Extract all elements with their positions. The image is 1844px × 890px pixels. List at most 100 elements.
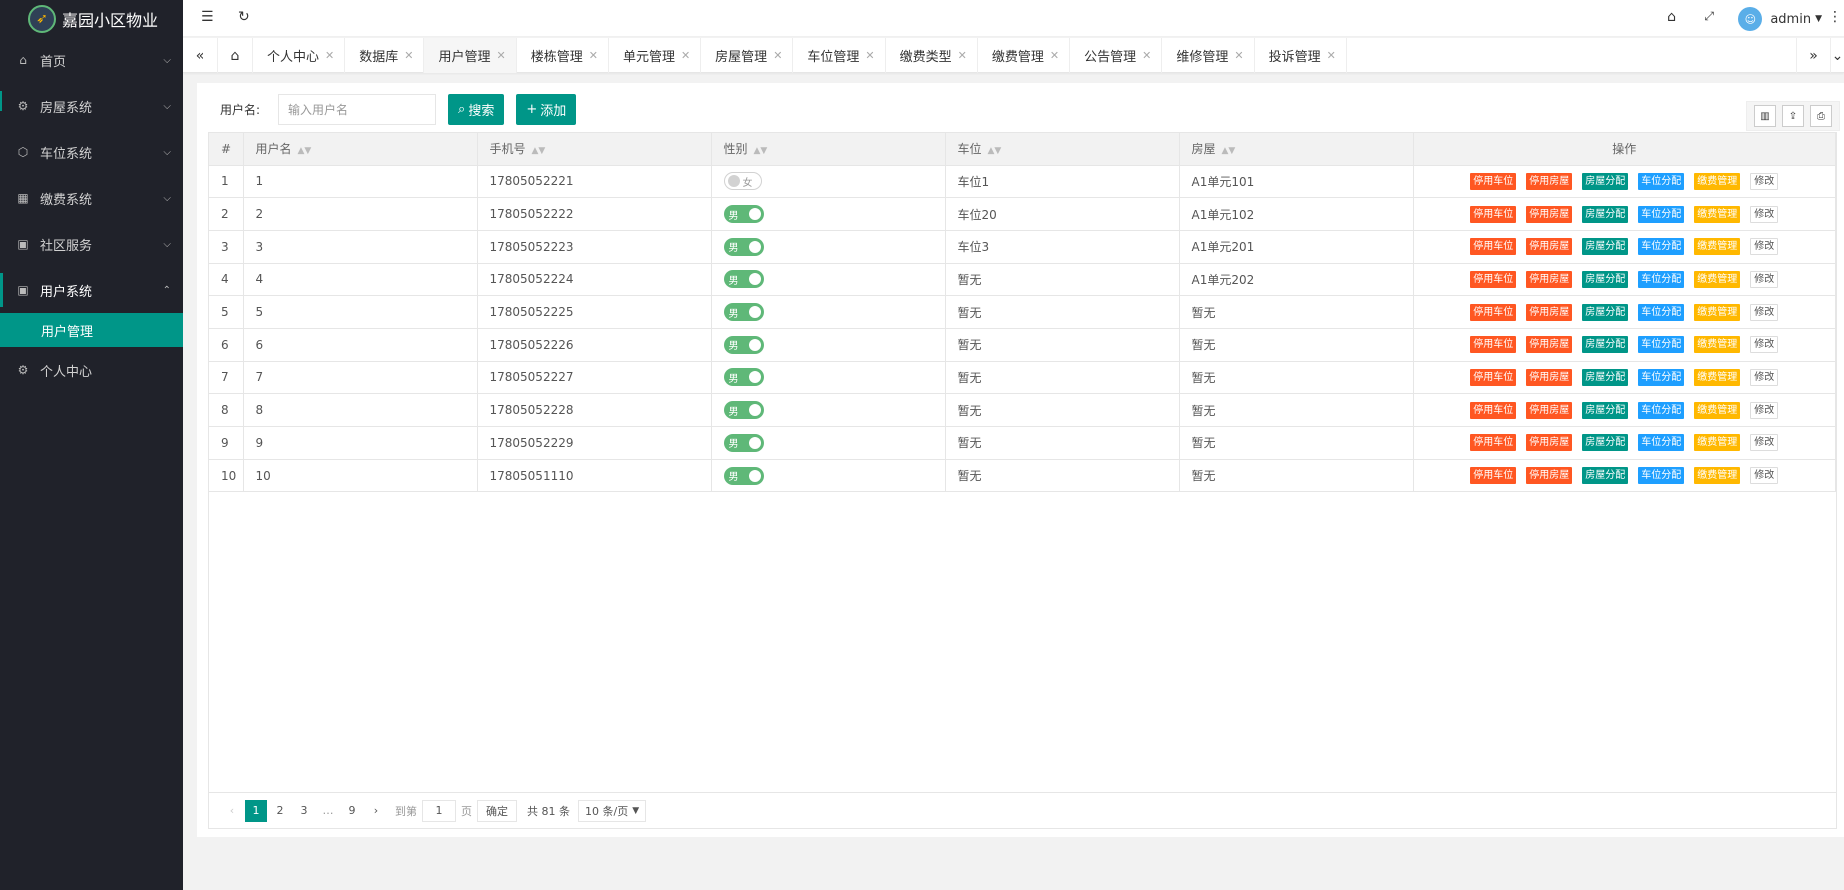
sidebar-item-house-system[interactable]: ⚙ 房屋系统 ⌵ — [0, 83, 183, 129]
tab-repair-management[interactable]: 维修管理 ✕ — [1162, 38, 1255, 73]
edit-button[interactable]: 修改 — [1750, 270, 1779, 288]
close-icon[interactable]: ✕ — [1234, 49, 1243, 62]
payment-management-button[interactable]: 缴费管理 — [1694, 434, 1741, 452]
assign-house-button[interactable]: 房屋分配 — [1582, 401, 1629, 419]
tabs-scroll-left-button[interactable]: « — [183, 38, 218, 73]
close-icon[interactable]: ✕ — [404, 49, 413, 62]
disable-parking-button[interactable]: 停用车位 — [1470, 368, 1517, 386]
tab-user-management[interactable]: 用户管理 ✕ — [424, 38, 517, 73]
tab-payment-type[interactable]: 缴费类型 ✕ — [886, 38, 978, 73]
disable-house-button[interactable]: 停用房屋 — [1526, 205, 1573, 223]
gender-switch[interactable]: 男 — [723, 368, 764, 387]
sidebar-item-personal-center[interactable]: ⚙ 个人中心 — [0, 347, 183, 393]
assign-parking-button[interactable]: 车位分配 — [1638, 303, 1685, 321]
more-icon[interactable]: ⋮ — [1828, 9, 1842, 25]
sort-icon[interactable]: ▲▼ — [298, 146, 312, 156]
assign-house-button[interactable]: 房屋分配 — [1582, 205, 1629, 223]
gender-switch[interactable]: 男 — [723, 433, 764, 452]
fullscreen-icon[interactable]: ⤢ — [1704, 9, 1714, 24]
payment-management-button[interactable]: 缴费管理 — [1694, 270, 1741, 288]
assign-parking-button[interactable]: 车位分配 — [1638, 368, 1685, 386]
sort-icon[interactable]: ▲▼ — [988, 146, 1002, 156]
assign-parking-button[interactable]: 车位分配 — [1638, 336, 1685, 354]
disable-parking-button[interactable]: 停用车位 — [1470, 238, 1517, 256]
close-icon[interactable]: ✕ — [865, 49, 874, 62]
edit-button[interactable]: 修改 — [1750, 238, 1779, 256]
assign-house-button[interactable]: 房屋分配 — [1582, 172, 1629, 190]
edit-button[interactable]: 修改 — [1750, 303, 1779, 321]
close-icon[interactable]: ✕ — [681, 49, 690, 62]
sort-icon[interactable]: ▲▼ — [1222, 146, 1236, 156]
goto-confirm-button[interactable]: 确定 — [477, 799, 517, 822]
search-button[interactable]: ⌕ 搜索 — [448, 93, 505, 125]
disable-house-button[interactable]: 停用房屋 — [1526, 368, 1573, 386]
disable-parking-button[interactable]: 停用车位 — [1470, 401, 1517, 419]
payment-management-button[interactable]: 缴费管理 — [1694, 238, 1741, 256]
gender-switch[interactable]: 男 — [723, 205, 764, 224]
column-header-house[interactable]: 房屋 ▲▼ — [1179, 133, 1414, 166]
assign-house-button[interactable]: 房屋分配 — [1582, 434, 1629, 452]
gender-switch[interactable]: 男 — [723, 303, 764, 322]
tab-building-management[interactable]: 楼栋管理 ✕ — [517, 38, 609, 73]
tab-home[interactable]: ⌂ — [218, 38, 253, 73]
edit-button[interactable]: 修改 — [1750, 205, 1779, 223]
goto-page-input[interactable]: 1 — [422, 799, 456, 822]
gender-switch[interactable]: 男 — [723, 401, 764, 420]
sidebar-item-payment-system[interactable]: ▦ 缴费系统 ⌵ — [0, 175, 183, 221]
print-icon[interactable]: ⎙ — [1810, 105, 1832, 127]
edit-button[interactable]: 修改 — [1750, 172, 1779, 190]
page-2-button[interactable]: 2 — [269, 800, 291, 822]
per-page-select[interactable]: 10 条/页 ▼ — [578, 799, 647, 822]
disable-house-button[interactable]: 停用房屋 — [1526, 336, 1573, 354]
assign-parking-button[interactable]: 车位分配 — [1638, 270, 1685, 288]
columns-filter-icon[interactable]: ▥ — [1754, 105, 1776, 127]
sidebar-subitem-user-management[interactable]: 用户管理 — [0, 313, 183, 347]
disable-house-button[interactable]: 停用房屋 — [1526, 270, 1573, 288]
disable-parking-button[interactable]: 停用车位 — [1470, 336, 1517, 354]
tab-parking-management[interactable]: 车位管理 ✕ — [793, 38, 886, 73]
close-icon[interactable]: ✕ — [958, 49, 967, 62]
assign-parking-button[interactable]: 车位分配 — [1638, 205, 1685, 223]
edit-button[interactable]: 修改 — [1750, 368, 1779, 386]
gender-switch[interactable]: 男 — [723, 466, 764, 485]
sort-icon[interactable]: ▲▼ — [754, 146, 768, 156]
edit-button[interactable]: 修改 — [1750, 467, 1779, 485]
export-icon[interactable]: ⇪ — [1782, 105, 1804, 127]
payment-management-button[interactable]: 缴费管理 — [1694, 467, 1741, 485]
disable-parking-button[interactable]: 停用车位 — [1470, 303, 1517, 321]
disable-house-button[interactable]: 停用房屋 — [1526, 434, 1573, 452]
tab-unit-management[interactable]: 单元管理 ✕ — [609, 38, 702, 73]
column-header-username[interactable]: 用户名 ▲▼ — [243, 133, 478, 166]
assign-parking-button[interactable]: 车位分配 — [1638, 401, 1685, 419]
add-button[interactable]: + 添加 — [516, 93, 577, 125]
payment-management-button[interactable]: 缴费管理 — [1694, 368, 1741, 386]
assign-parking-button[interactable]: 车位分配 — [1638, 238, 1685, 256]
user-menu[interactable]: ☺ admin ▼ — [1738, 7, 1822, 31]
assign-parking-button[interactable]: 车位分配 — [1638, 467, 1685, 485]
assign-house-button[interactable]: 房屋分配 — [1582, 467, 1629, 485]
sidebar-item-parking-system[interactable]: ⬡ 车位系统 ⌵ — [0, 129, 183, 175]
tabs-menu-button[interactable]: ⌄ — [1830, 38, 1844, 73]
edit-button[interactable]: 修改 — [1750, 336, 1779, 354]
tab-database[interactable]: 数据库 ✕ — [345, 38, 425, 73]
assign-house-button[interactable]: 房屋分配 — [1582, 336, 1629, 354]
sidebar-item-home[interactable]: ⌂ 首页 ⌵ — [0, 37, 183, 83]
tab-personal-center[interactable]: 个人中心 ✕ — [253, 38, 346, 73]
payment-management-button[interactable]: 缴费管理 — [1694, 303, 1741, 321]
gender-switch[interactable]: 男 — [723, 237, 764, 256]
payment-management-button[interactable]: 缴费管理 — [1694, 336, 1741, 354]
assign-house-button[interactable]: 房屋分配 — [1582, 303, 1629, 321]
disable-parking-button[interactable]: 停用车位 — [1470, 434, 1517, 452]
assign-parking-button[interactable]: 车位分配 — [1638, 172, 1685, 190]
column-header-phone[interactable]: 手机号 ▲▼ — [477, 133, 712, 166]
assign-house-button[interactable]: 房屋分配 — [1582, 368, 1629, 386]
refresh-icon[interactable]: ↻ — [238, 9, 250, 25]
close-icon[interactable]: ✕ — [1050, 49, 1059, 62]
page-9-button[interactable]: 9 — [341, 800, 363, 822]
tab-notice-management[interactable]: 公告管理 ✕ — [1070, 38, 1163, 73]
tab-complaint-management[interactable]: 投诉管理 ✕ — [1255, 38, 1347, 73]
disable-house-button[interactable]: 停用房屋 — [1526, 172, 1573, 190]
assign-house-button[interactable]: 房屋分配 — [1582, 238, 1629, 256]
menu-fold-icon[interactable]: ☰ — [201, 9, 214, 25]
sidebar-item-community-service[interactable]: ▣ 社区服务 ⌵ — [0, 221, 183, 267]
